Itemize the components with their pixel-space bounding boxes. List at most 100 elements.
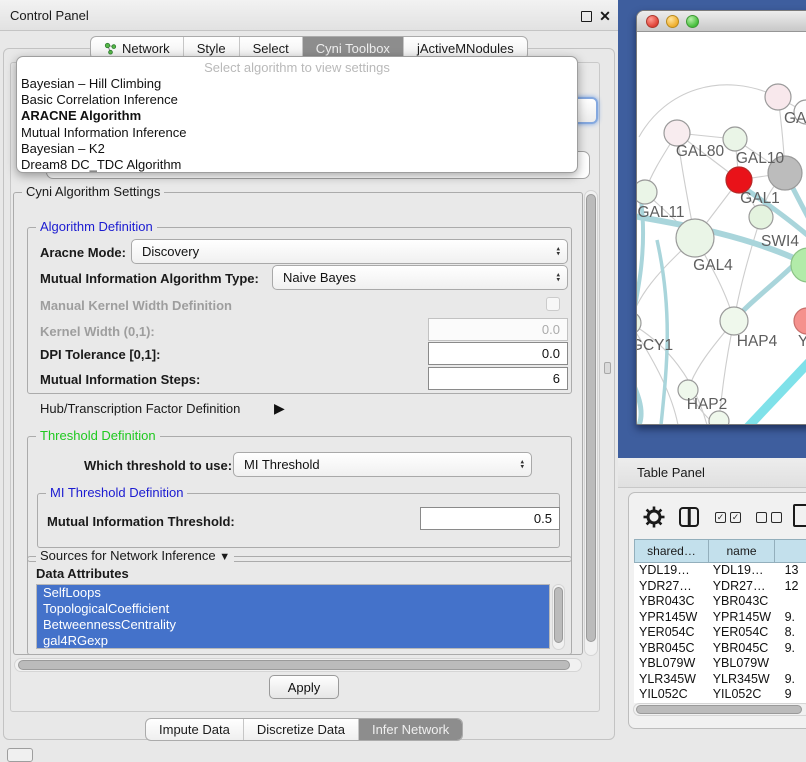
table-row[interactable]: YBL079W YBL079W [634,656,806,672]
cell-shared-name[interactable]: YBR045C [634,641,708,657]
cell-shared-name[interactable]: YPR145W [634,610,708,626]
cell-name[interactable]: YDR27… [708,579,773,595]
cell-value[interactable]: 9. [773,672,806,688]
table-row[interactable]: YBR043C YBR043C [634,594,806,610]
unchecked-checkboxes-icon[interactable] [756,512,782,523]
network-edge-thick[interactable] [637,374,641,425]
algorithm-option[interactable]: Basic Correlation Inference [17,92,577,108]
table-row[interactable]: YIL052C YIL052C 9 [634,687,806,703]
checked-checkboxes-icon[interactable]: ✓ ✓ [715,512,741,523]
settings-vertical-scrollbar-thumb[interactable] [586,194,596,642]
cell-value[interactable] [773,594,806,610]
cell-name[interactable]: YBR043C [708,594,773,610]
aracne-mode-select[interactable]: Discovery ▴▾ [131,239,568,264]
table-row[interactable]: YPR145W YPR145W 9. [634,610,806,626]
network-node[interactable] [720,307,748,335]
attribute-list-scrollbar[interactable] [552,584,565,650]
algorithm-option[interactable]: Bayesian – Hill Climbing [17,76,577,92]
algorithm-option-selected[interactable]: ARACNE Algorithm [17,108,577,124]
algorithm-option[interactable]: Dream8 DC_TDC Algorithm [17,157,577,173]
sources-group-title[interactable]: Sources for Network Inference ▼ [36,548,234,563]
table-row[interactable]: YBR045C YBR045C 9. [634,641,806,657]
kernel-width-field[interactable]: 0.0 [428,318,568,341]
network-view-window[interactable]: GAL80 GAL10 GAL1 GAL11 GAL GAL4 SWI4 GCY… [636,10,806,425]
column-header-name[interactable]: name [709,539,775,563]
network-node[interactable] [723,127,747,151]
cell-name[interactable]: YDL19… [708,563,773,579]
settings-horizontal-scrollbar[interactable] [14,658,582,672]
gear-icon[interactable] [643,506,665,528]
attribute-item[interactable]: SelfLoops [37,585,549,601]
cell-shared-name[interactable]: YBR043C [634,594,708,610]
manual-kernel-width-checkbox[interactable] [546,297,560,311]
network-edge-thick[interactable] [657,240,667,425]
collapsed-arrow-icon[interactable]: ▶ [274,400,285,417]
settings-horizontal-scrollbar-thumb[interactable] [18,660,570,670]
cell-name[interactable]: YLR345W [708,672,773,688]
cell-value[interactable]: 9. [773,610,806,626]
zoom-window-icon[interactable] [686,15,699,28]
network-window-titlebar[interactable] [637,11,806,32]
network-node[interactable] [765,84,791,110]
page-icon[interactable] [793,504,806,527]
table-horizontal-scrollbar[interactable] [633,703,806,716]
cell-shared-name[interactable]: YLR345W [634,672,708,688]
hub-definition-toggle-label[interactable]: Hub/Transcription Factor Definition [40,401,240,416]
minimize-window-icon[interactable] [666,15,679,28]
float-panel-icon[interactable] [581,11,592,22]
cell-name[interactable]: YBL079W [708,656,773,672]
cell-value[interactable]: 9 [773,687,806,703]
algorithm-option[interactable]: Bayesian – K2 [17,141,577,157]
network-node[interactable] [637,180,657,204]
table-row[interactable]: YER054C YER054C 8. [634,625,806,641]
network-node[interactable] [791,248,806,282]
network-node[interactable] [709,411,729,425]
panel-splitter-handle[interactable] [604,362,611,374]
attribute-item[interactable]: BetweennessCentrality [37,617,549,633]
network-node[interactable] [794,308,806,334]
table-row[interactable]: YDR27… YDR27… 12 [634,579,806,595]
cell-value[interactable]: 8. [773,625,806,641]
cell-shared-name[interactable]: YDR27… [634,579,708,595]
column-header-clipped[interactable] [775,539,806,563]
algorithm-option[interactable]: Mutual Information Inference [17,125,577,141]
close-icon[interactable]: ✕ [598,8,612,24]
cell-name[interactable]: YER054C [708,625,773,641]
mi-algorithm-type-select[interactable]: Naive Bayes ▴▾ [272,265,568,290]
cell-value[interactable]: 12 [773,579,806,595]
column-header-shared-name[interactable]: shared… [634,539,709,563]
attribute-item[interactable]: TopologicalCoefficient [37,601,549,617]
network-node[interactable] [749,205,773,229]
close-window-icon[interactable] [646,15,659,28]
dpi-tolerance-field[interactable]: 0.0 [428,342,568,365]
cell-value[interactable] [773,656,806,672]
tab-infer-network[interactable]: Infer Network [358,719,462,740]
table-horizontal-scrollbar-thumb[interactable] [636,705,802,714]
apply-button[interactable]: Apply [269,675,339,699]
cell-name[interactable]: YBR045C [708,641,773,657]
which-threshold-select[interactable]: MI Threshold ▴▾ [233,452,532,477]
split-table-icon[interactable] [679,507,699,527]
cell-name[interactable]: YIL052C [708,687,773,703]
network-canvas[interactable]: GAL80 GAL10 GAL1 GAL11 GAL GAL4 SWI4 GCY… [637,32,806,425]
network-node[interactable] [676,219,714,257]
minimized-panel-icon[interactable] [7,748,33,762]
mi-threshold-field[interactable]: 0.5 [420,507,560,530]
cell-name[interactable]: YPR145W [708,610,773,626]
cell-value[interactable]: 9. [773,641,806,657]
network-node[interactable] [637,312,641,334]
table-row[interactable]: YLR345W YLR345W 9. [634,672,806,688]
network-edge[interactable] [639,85,778,137]
tab-discretize-data[interactable]: Discretize Data [243,719,358,740]
cell-shared-name[interactable]: YBL079W [634,656,708,672]
cell-shared-name[interactable]: YDL19… [634,563,708,579]
tab-impute-data[interactable]: Impute Data [146,719,243,740]
cell-value[interactable]: 13 [773,563,806,579]
network-edge-thick[interactable] [747,358,806,425]
mi-steps-field[interactable]: 6 [428,367,568,390]
attribute-item[interactable]: gal4RGexp [37,633,549,649]
table-row[interactable]: YDL19… YDL19… 13 [634,563,806,579]
cell-shared-name[interactable]: YER054C [634,625,708,641]
attribute-list-scrollbar-thumb[interactable] [554,587,563,643]
settings-vertical-scrollbar[interactable] [584,190,598,656]
